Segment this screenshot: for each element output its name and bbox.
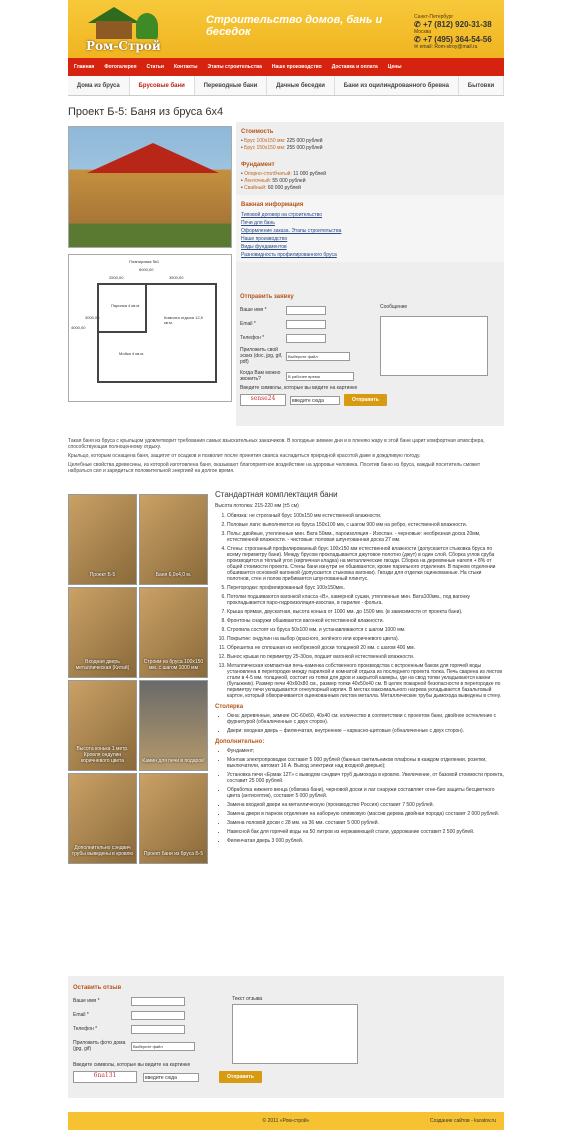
- floor-plan[interactable]: Планировка №1 6000,00 2500,00 3500,00 40…: [68, 254, 232, 402]
- joinery-list: Окна: деревянные, зимние ОС-60х60, 40х40…: [215, 713, 505, 734]
- nav-articles[interactable]: Статьи: [147, 64, 164, 70]
- captcha-image: sense24: [240, 394, 286, 406]
- cost-item: • Брус 150х150 мм: 255 000 рублей: [241, 145, 323, 151]
- info-link[interactable]: Печи для бань: [241, 219, 499, 227]
- mail-icon: ✉: [414, 44, 419, 50]
- info-heading: Важная информация: [241, 202, 304, 208]
- phone-icon: ✆: [414, 20, 421, 29]
- site-slogan: Строительство домов, бань и беседок: [206, 14, 383, 38]
- extra-list: Фундамент; Монтаж электропроводки состав…: [215, 748, 505, 844]
- foundation-item: • Свайный: 60 000 рублей: [241, 185, 301, 191]
- review-file-button[interactable]: Выберите файл: [131, 1041, 195, 1051]
- site-credit-link[interactable]: Создание сайтов - kuratov.ru: [430, 1118, 496, 1124]
- joinery-heading: Столярка: [215, 704, 244, 710]
- gallery-photo[interactable]: Строим из бруса 100х150 мм. с шагом 1000…: [139, 587, 208, 678]
- email-link[interactable]: ✉ email: Rom-stroy@mail.ru: [414, 44, 504, 50]
- gallery-photo[interactable]: Проект Б-5: [68, 494, 137, 585]
- phone-icon: ✆: [414, 35, 421, 44]
- page-title: Проект Б-5: Баня из бруса 6х4: [68, 106, 224, 118]
- review-phone-input[interactable]: [131, 1024, 185, 1034]
- contact-block: Санкт-Петербург ✆ +7 (812) 920-31-38 Мос…: [414, 14, 504, 50]
- cat-timber-baths[interactable]: Брусовые бани: [129, 76, 195, 95]
- nav-delivery[interactable]: Доставка и оплата: [332, 64, 378, 70]
- gallery-photo[interactable]: Входная дверь металлическая (Китай): [68, 587, 137, 678]
- nav-prices[interactable]: Цены: [388, 64, 402, 70]
- cat-log-baths[interactable]: Бани из оцилиндрованного бревна: [335, 76, 459, 95]
- order-form-heading: Отправить заявку: [240, 294, 294, 300]
- call-time-select[interactable]: В рабочее время: [286, 371, 354, 381]
- review-name-input[interactable]: [131, 996, 185, 1006]
- standard-equipment: Стандартная комплектация бани Высота пот…: [215, 490, 505, 847]
- phone-spb: ✆ +7 (812) 920-31-38: [414, 20, 492, 29]
- foundation-item: • Опорно-столбчатый: 11 000 рублей: [241, 171, 326, 177]
- gallery-photo[interactable]: Проект бани из бруса Б-5: [139, 773, 208, 864]
- phone-input[interactable]: [286, 333, 326, 343]
- info-link[interactable]: Оформление заказа. Этапы строительства: [241, 227, 499, 235]
- foundation-item: • Ленточный: 55 000 рублей: [241, 178, 306, 184]
- project-description: Такая баня из бруса с крыльцом удовлетво…: [68, 438, 485, 474]
- cat-timber-houses[interactable]: Дома из бруса: [68, 76, 130, 95]
- review-captcha-input[interactable]: введите сюда: [143, 1072, 199, 1082]
- review-email-input[interactable]: [131, 1010, 185, 1020]
- foundation-heading: Фундамент: [241, 162, 275, 168]
- extra-heading: Дополнительно:: [215, 739, 265, 745]
- spec-list: Обвязка: не строганый брус 100х150 мм ес…: [215, 513, 505, 699]
- info-link[interactable]: Разновидность профилированного бруса: [241, 251, 499, 259]
- file-upload-button[interactable]: Выберите файл: [286, 351, 350, 361]
- gallery-photo[interactable]: Камин для печи в подарок!: [139, 680, 208, 771]
- email-input[interactable]: [286, 319, 326, 329]
- nav-production[interactable]: Наше производство: [272, 64, 322, 70]
- cat-portable-baths[interactable]: Переводные бани: [195, 76, 268, 95]
- gallery-photo[interactable]: Высота конька 1 метр. Кровля ондулин кор…: [68, 680, 137, 771]
- review-heading: Оставить отзыв: [73, 985, 122, 991]
- captcha-input[interactable]: введите сюда: [290, 395, 340, 405]
- top-navigation: Главная Фотогалерея Статьи Контакты Этап…: [68, 58, 504, 76]
- cat-cabins[interactable]: Бытовки: [459, 76, 505, 95]
- spec-title: Стандартная комплектация бани: [215, 490, 338, 499]
- main-project-photo[interactable]: [68, 126, 232, 248]
- cost-item: • Брус 100х150 мм: 225 000 рублей: [241, 138, 323, 144]
- project-info-panel: Стоимость • Брус 100х150 мм: 225 000 руб…: [236, 122, 504, 426]
- info-link[interactable]: Наше производство: [241, 235, 499, 243]
- site-logo[interactable]: Ром-Строй: [84, 5, 190, 55]
- gallery-photo[interactable]: Баня 6,0х4,0 м.: [139, 494, 208, 585]
- nav-contacts[interactable]: Контакты: [174, 64, 198, 70]
- review-submit-button[interactable]: Отправить: [219, 1071, 262, 1083]
- nav-home[interactable]: Главная: [74, 64, 94, 70]
- copyright: © 2011 «Ром-строй»: [262, 1118, 310, 1124]
- phone-msk: ✆ +7 (495) 364-54-56: [414, 35, 492, 44]
- info-link[interactable]: Виды фундаментов: [241, 243, 499, 251]
- site-footer: © 2011 «Ром-строй» Создание сайтов - kur…: [68, 1112, 504, 1130]
- review-form: Оставить отзыв Ваше имя * Email * Телефо…: [68, 976, 504, 1098]
- order-form: Отправить заявку Ваше имя * Email * Теле…: [240, 290, 500, 408]
- nav-gallery[interactable]: Фотогалерея: [104, 64, 136, 70]
- review-captcha-image: 6na131: [73, 1071, 137, 1083]
- order-submit-button[interactable]: Отправить: [344, 394, 387, 406]
- message-textarea[interactable]: [380, 316, 488, 376]
- info-link[interactable]: Типовой договор на строительство: [241, 211, 499, 219]
- cost-heading: Стоимость: [241, 129, 274, 135]
- nav-stages[interactable]: Этапы строительства: [208, 64, 262, 70]
- review-text-area[interactable]: [232, 1004, 358, 1064]
- cat-gazebos[interactable]: Дачные беседки: [267, 76, 335, 95]
- name-input[interactable]: [286, 305, 326, 315]
- gallery-photo[interactable]: Дополнительно сэндвич трубы выведены в к…: [68, 773, 137, 864]
- category-navigation: Дома из бруса Брусовые бани Переводные б…: [68, 76, 505, 96]
- site-header: Ром-Строй Строительство домов, бань и бе…: [68, 0, 504, 58]
